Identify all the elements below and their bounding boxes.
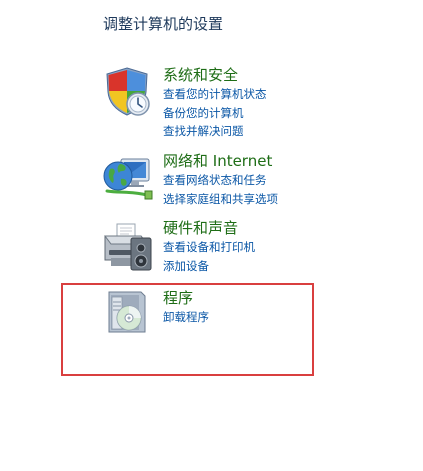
link-backup-computer[interactable]: 备份您的计算机 [163, 104, 267, 123]
link-add-device[interactable]: 添加设备 [163, 257, 255, 276]
category-text: 硬件和声音 查看设备和打印机 添加设备 [163, 218, 255, 275]
network-globe-icon[interactable] [101, 151, 157, 207]
link-homegroup-sharing[interactable]: 选择家庭组和共享选项 [163, 190, 278, 209]
printer-speaker-icon[interactable] [101, 218, 157, 274]
shield-icon[interactable] [101, 65, 157, 121]
category-title-hardware-sound[interactable]: 硬件和声音 [163, 218, 255, 238]
link-view-devices-printers[interactable]: 查看设备和打印机 [163, 238, 255, 257]
link-find-fix-problems[interactable]: 查找并解决问题 [163, 122, 267, 141]
category-title-network-internet[interactable]: 网络和 Internet [163, 151, 278, 171]
category-title-system-security[interactable]: 系统和安全 [163, 65, 267, 85]
category-text: 网络和 Internet 查看网络状态和任务 选择家庭组和共享选项 [163, 151, 278, 208]
category-text: 系统和安全 查看您的计算机状态 备份您的计算机 查找并解决问题 [163, 65, 267, 141]
link-view-computer-status[interactable]: 查看您的计算机状态 [163, 85, 267, 104]
control-panel-page: 调整计算机的设置 系统和安全 查看您的计算机状态 备份您的计算机 查找并解决问题 [0, 0, 423, 471]
page-title: 调整计算机的设置 [103, 15, 224, 33]
link-view-network-status[interactable]: 查看网络状态和任务 [163, 171, 278, 190]
highlight-box [61, 283, 314, 376]
